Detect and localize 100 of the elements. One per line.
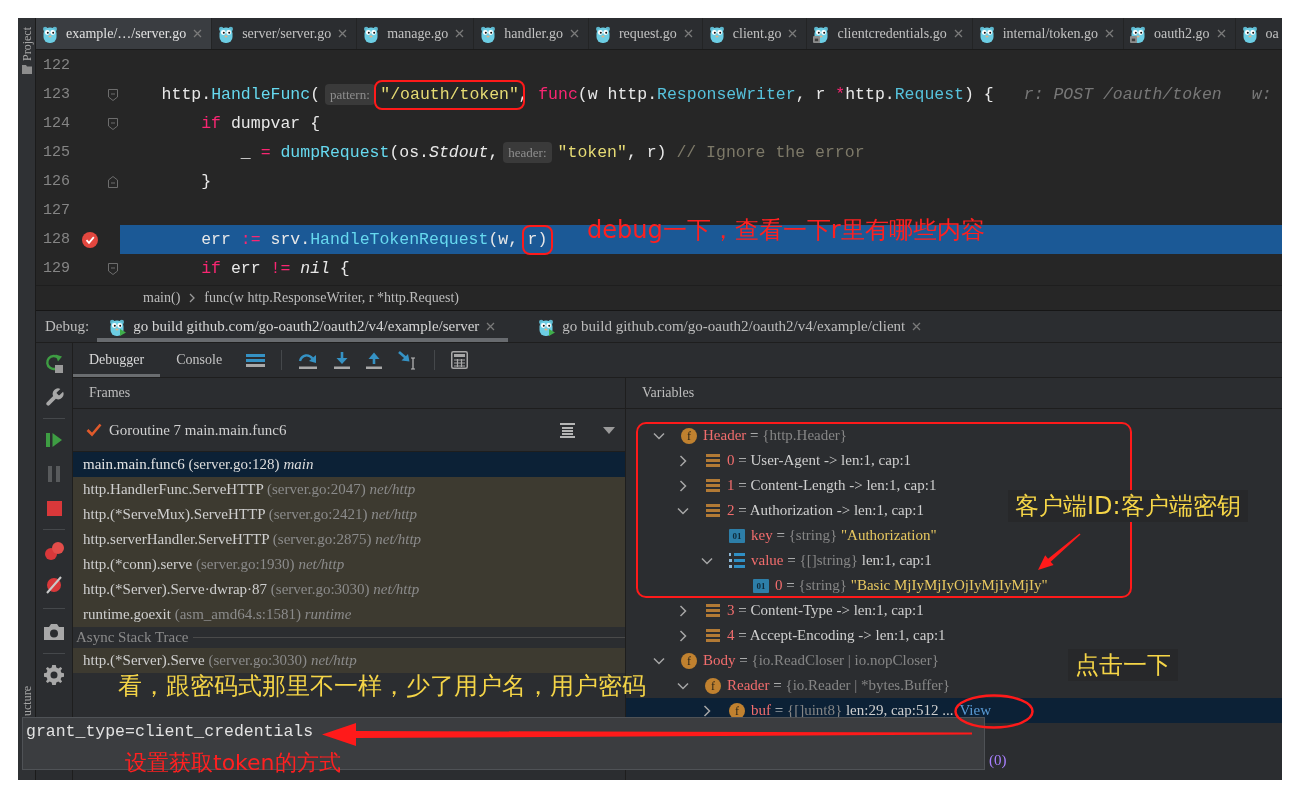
variable-text[interactable]: 0 = User-Agent -> len:1, cap:1 bbox=[727, 452, 912, 469]
stack-frame[interactable]: http.serverHandler.ServeHTTP (server.go:2875) net/http bbox=[73, 527, 625, 552]
run-tab[interactable]: go build github.com/go-oauth2/oauth2/v4/example/server bbox=[97, 311, 509, 342]
breakpoint-icon[interactable] bbox=[82, 231, 98, 248]
chevron-right-icon[interactable] bbox=[679, 629, 687, 642]
stack-frame[interactable]: http.(*Server).Serve·dwrap·87 (server.go:3030) net/http bbox=[73, 577, 625, 602]
variable-text[interactable]: value = {[]string} len:1, cap:1 bbox=[751, 552, 932, 569]
code-text: "token", r) // Ignore the error bbox=[557, 142, 865, 163]
close-icon[interactable] bbox=[338, 29, 348, 38]
editor-tab[interactable]: oa bbox=[1235, 18, 1282, 49]
annotation-note: 点击一下 bbox=[1068, 649, 1178, 682]
camera-icon[interactable] bbox=[44, 624, 64, 640]
close-icon[interactable] bbox=[788, 29, 798, 38]
variable-text[interactable]: Body = {io.ReadCloser | io.nopCloser} bbox=[703, 652, 939, 669]
parameter-hint: pattern: bbox=[325, 84, 375, 105]
editor-tab[interactable]: manage.go bbox=[357, 18, 475, 49]
breadcrumb-item[interactable]: func(w http.ResponseWriter, r *http.Request) bbox=[204, 290, 460, 306]
project-tool-tab[interactable]: Project bbox=[19, 27, 34, 61]
stop-icon[interactable] bbox=[46, 500, 62, 516]
numbered-list-icon bbox=[729, 553, 745, 568]
debug-label: Debug: bbox=[45, 318, 90, 335]
editor-tab[interactable]: example/…/server.go bbox=[36, 18, 213, 49]
view-tab[interactable]: Console bbox=[160, 343, 239, 377]
variable-text: buf = {[]uint8} len:29, cap:512 ... bbox=[751, 702, 954, 719]
stack-frame[interactable]: http.(*ServeMux).ServeHTTP (server.go:2421) net/http bbox=[73, 502, 625, 527]
chevron-down-icon[interactable] bbox=[653, 656, 665, 665]
code-text: _ = dumpRequest(os.Stdout, bbox=[240, 142, 499, 163]
editor-tab[interactable]: handler.go bbox=[474, 18, 589, 49]
breadcrumb-item[interactable]: main() bbox=[143, 290, 181, 306]
editor-tab[interactable]: internal/token.go bbox=[972, 18, 1124, 49]
fold-icon[interactable] bbox=[108, 262, 118, 275]
chevron-right-icon[interactable] bbox=[679, 604, 687, 617]
close-icon[interactable] bbox=[1216, 29, 1226, 38]
stack-frame[interactable]: main.main.func6 (server.go:128) main bbox=[73, 452, 625, 477]
variable-text[interactable]: 1 = Content-Length -> len:1, cap:1 bbox=[727, 477, 937, 494]
chevron-right-icon[interactable] bbox=[703, 704, 711, 717]
variable-text[interactable]: Header = {http.Header} bbox=[703, 427, 848, 444]
folder-icon[interactable] bbox=[21, 65, 32, 74]
annotation-note: 看，跟密码式那里不一样，少了用户名，用户密码 bbox=[118, 673, 646, 700]
stack-frame[interactable]: http.(*Server).Serve (server.go:3030) net/http bbox=[73, 648, 625, 673]
close-icon[interactable] bbox=[912, 322, 922, 331]
chevron-down-icon[interactable] bbox=[677, 506, 689, 515]
fold-icon[interactable] bbox=[108, 117, 118, 130]
editor-tab[interactable]: oauth2.go bbox=[1123, 18, 1236, 49]
editor-tab[interactable]: client.go bbox=[702, 18, 808, 49]
settings-icon[interactable] bbox=[44, 665, 64, 685]
variable-text[interactable]: 2 = Authorization -> len:1, cap:1 bbox=[727, 502, 924, 519]
chevron-down-icon[interactable] bbox=[653, 431, 665, 440]
stack-frame[interactable]: http.HandlerFunc.ServeHTTP (server.go:2047) net/http bbox=[73, 477, 625, 502]
run-tab[interactable]: go build github.com/go-oauth2/oauth2/v4/example/client bbox=[526, 311, 935, 342]
line-number: 129 bbox=[43, 259, 70, 278]
code-text: http.HandleFunc( bbox=[161, 84, 321, 105]
stack-frame[interactable]: http.(*conn).serve (server.go:1930) net/http bbox=[73, 552, 625, 577]
step-into-icon[interactable] bbox=[334, 351, 351, 369]
variable-text[interactable]: 3 = Content-Type -> len:1, cap:1 bbox=[727, 602, 924, 619]
line-number: 123 bbox=[43, 85, 70, 104]
chevron-down-icon[interactable] bbox=[701, 556, 713, 565]
close-icon[interactable] bbox=[455, 29, 465, 38]
step-out-icon[interactable] bbox=[366, 351, 383, 369]
chevron-icon bbox=[189, 293, 196, 303]
close-icon[interactable] bbox=[486, 322, 496, 331]
close-icon[interactable] bbox=[193, 29, 203, 38]
fold-icon[interactable] bbox=[108, 88, 118, 101]
stack-frame[interactable]: runtime.goexit (asm_amd64.s:1581) runtime bbox=[73, 602, 625, 627]
variable-text[interactable]: (0) bbox=[989, 752, 1007, 769]
variable-text[interactable]: 0 = {string} "Basic MjIyMjIyOjIyMjIyMjIy" bbox=[775, 577, 1048, 594]
close-icon[interactable] bbox=[1104, 29, 1114, 38]
mute-breakpoints-icon[interactable] bbox=[45, 576, 63, 594]
field-icon: f bbox=[681, 427, 697, 444]
line-number: 124 bbox=[43, 114, 70, 133]
breakpoints-icon[interactable] bbox=[44, 542, 64, 560]
fold-end-icon[interactable] bbox=[108, 175, 118, 188]
thread-selector[interactable]: Goroutine 7 main.main.func6 bbox=[109, 421, 287, 439]
list-icon[interactable] bbox=[560, 422, 575, 438]
rerun-icon[interactable] bbox=[44, 353, 64, 373]
variable-text[interactable]: 4 = Accept-Encoding -> len:1, cap:1 bbox=[727, 627, 946, 644]
editor-tab[interactable]: server/server.go bbox=[212, 18, 358, 49]
step-over-icon[interactable] bbox=[298, 351, 319, 369]
editor-tab[interactable]: clientcredentials.go bbox=[807, 18, 973, 49]
variable-text[interactable]: Reader = {io.Reader | *bytes.Buffer} bbox=[727, 677, 951, 694]
chevron-down-icon[interactable] bbox=[677, 681, 689, 690]
close-icon[interactable] bbox=[953, 29, 963, 38]
chevron-right-icon[interactable] bbox=[679, 454, 687, 467]
code-text: } bbox=[201, 171, 212, 192]
resume-icon[interactable] bbox=[46, 432, 62, 448]
chevron-right-icon[interactable] bbox=[679, 479, 687, 492]
close-icon[interactable] bbox=[683, 29, 693, 38]
wrench-icon[interactable] bbox=[44, 387, 64, 407]
field-icon: f bbox=[681, 652, 697, 669]
variable-text[interactable]: key = {string} "Authorization" bbox=[751, 527, 937, 544]
close-icon[interactable] bbox=[569, 29, 579, 38]
tooltip-text: grant_type=client_credentials bbox=[26, 722, 314, 741]
dropdown-caret-icon[interactable] bbox=[603, 426, 615, 434]
bars-icon bbox=[706, 454, 720, 467]
view-tab[interactable]: Debugger bbox=[73, 343, 161, 377]
code-text: err := srv.HandleTokenRequest(w, bbox=[201, 229, 520, 250]
structure-tool-tab[interactable]: ucture bbox=[19, 686, 34, 716]
menu-icon[interactable] bbox=[246, 353, 266, 367]
calculator-icon[interactable] bbox=[451, 351, 469, 369]
editor-tab[interactable]: request.go bbox=[588, 18, 703, 49]
